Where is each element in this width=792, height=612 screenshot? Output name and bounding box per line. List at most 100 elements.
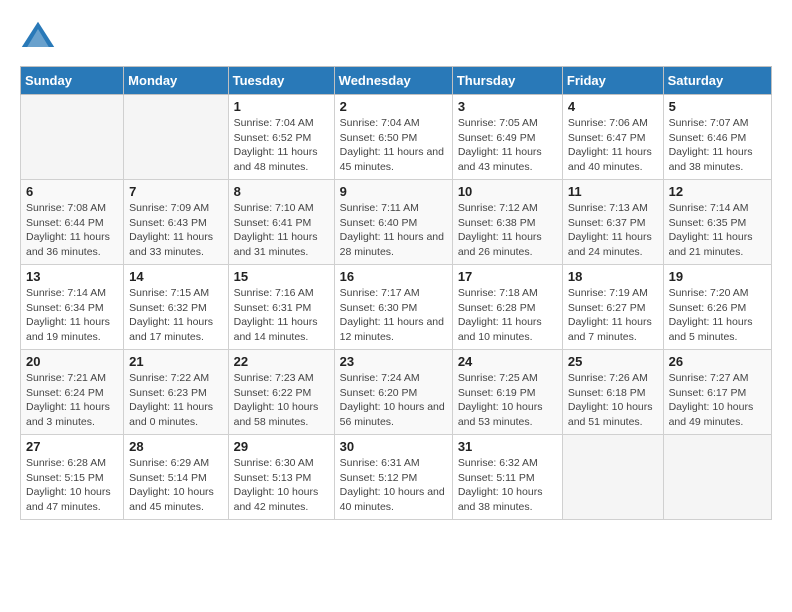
day-info: Sunrise: 7:27 AM Sunset: 6:17 PM Dayligh… [669, 371, 766, 430]
column-header-tuesday: Tuesday [228, 67, 334, 95]
day-info: Sunrise: 6:28 AM Sunset: 5:15 PM Dayligh… [26, 456, 118, 515]
day-cell: 26 Sunrise: 7:27 AM Sunset: 6:17 PM Dayli… [663, 350, 771, 435]
day-cell: 29 Sunrise: 6:30 AM Sunset: 5:13 PM Dayli… [228, 435, 334, 520]
day-info: Sunrise: 7:09 AM Sunset: 6:43 PM Dayligh… [129, 201, 222, 260]
week-row: 20 Sunrise: 7:21 AM Sunset: 6:24 PM Dayli… [21, 350, 772, 435]
day-number: 8 [234, 184, 329, 199]
day-cell: 19 Sunrise: 7:20 AM Sunset: 6:26 PM Dayli… [663, 265, 771, 350]
day-cell: 22Sunrise: 7:23 AM Sunset: 6:22 PM Dayli… [228, 350, 334, 435]
day-info: Sunrise: 7:04 AM Sunset: 6:52 PM Dayligh… [234, 116, 329, 175]
day-number: 22 [234, 354, 329, 369]
day-cell: 11 Sunrise: 7:13 AM Sunset: 6:37 PM Dayli… [562, 180, 663, 265]
calendar-table: SundayMondayTuesdayWednesdayThursdayFrid… [20, 66, 772, 520]
day-cell: 17 Sunrise: 7:18 AM Sunset: 6:28 PM Dayli… [452, 265, 562, 350]
day-cell: 6Sunrise: 7:08 AM Sunset: 6:44 PM Daylig… [21, 180, 124, 265]
day-info: Sunrise: 7:14 AM Sunset: 6:34 PM Dayligh… [26, 286, 118, 345]
header-row: SundayMondayTuesdayWednesdayThursdayFrid… [21, 67, 772, 95]
day-info: Sunrise: 7:26 AM Sunset: 6:18 PM Dayligh… [568, 371, 658, 430]
day-info: Sunrise: 7:17 AM Sunset: 6:30 PM Dayligh… [340, 286, 447, 345]
day-cell [562, 435, 663, 520]
day-info: Sunrise: 6:30 AM Sunset: 5:13 PM Dayligh… [234, 456, 329, 515]
day-cell: 24 Sunrise: 7:25 AM Sunset: 6:19 PM Dayli… [452, 350, 562, 435]
column-header-wednesday: Wednesday [334, 67, 452, 95]
day-cell: 1 Sunrise: 7:04 AM Sunset: 6:52 PM Daylig… [228, 95, 334, 180]
day-info: Sunrise: 7:18 AM Sunset: 6:28 PM Dayligh… [458, 286, 557, 345]
column-header-thursday: Thursday [452, 67, 562, 95]
day-number: 28 [129, 439, 222, 454]
day-info: Sunrise: 7:04 AM Sunset: 6:50 PM Dayligh… [340, 116, 447, 175]
day-cell: 28 Sunrise: 6:29 AM Sunset: 5:14 PM Dayli… [124, 435, 228, 520]
day-info: Sunrise: 6:32 AM Sunset: 5:11 PM Dayligh… [458, 456, 557, 515]
day-number: 23 [340, 354, 447, 369]
day-info: Sunrise: 7:14 AM Sunset: 6:35 PM Dayligh… [669, 201, 766, 260]
day-number: 13 [26, 269, 118, 284]
day-info: Sunrise: 7:21 AM Sunset: 6:24 PM Dayligh… [26, 371, 118, 430]
column-header-saturday: Saturday [663, 67, 771, 95]
day-info: Sunrise: 7:25 AM Sunset: 6:19 PM Dayligh… [458, 371, 557, 430]
day-number: 2 [340, 99, 447, 114]
day-number: 17 [458, 269, 557, 284]
day-cell: 16 Sunrise: 7:17 AM Sunset: 6:30 PM Dayli… [334, 265, 452, 350]
day-info: Sunrise: 7:07 AM Sunset: 6:46 PM Dayligh… [669, 116, 766, 175]
day-info: Sunrise: 7:22 AM Sunset: 6:23 PM Dayligh… [129, 371, 222, 430]
day-number: 27 [26, 439, 118, 454]
day-info: Sunrise: 6:29 AM Sunset: 5:14 PM Dayligh… [129, 456, 222, 515]
day-number: 3 [458, 99, 557, 114]
day-number: 4 [568, 99, 658, 114]
logo-icon [20, 20, 56, 56]
day-info: Sunrise: 7:08 AM Sunset: 6:44 PM Dayligh… [26, 201, 118, 260]
logo [20, 20, 60, 56]
day-number: 18 [568, 269, 658, 284]
day-cell: 30 Sunrise: 6:31 AM Sunset: 5:12 PM Dayli… [334, 435, 452, 520]
day-number: 24 [458, 354, 557, 369]
day-number: 7 [129, 184, 222, 199]
day-cell: 14 Sunrise: 7:15 AM Sunset: 6:32 PM Dayli… [124, 265, 228, 350]
column-header-monday: Monday [124, 67, 228, 95]
day-number: 16 [340, 269, 447, 284]
day-cell: 27 Sunrise: 6:28 AM Sunset: 5:15 PM Dayli… [21, 435, 124, 520]
day-number: 29 [234, 439, 329, 454]
day-cell: 10Sunrise: 7:12 AM Sunset: 6:38 PM Dayli… [452, 180, 562, 265]
day-number: 20 [26, 354, 118, 369]
day-number: 15 [234, 269, 329, 284]
day-number: 31 [458, 439, 557, 454]
day-number: 25 [568, 354, 658, 369]
day-number: 21 [129, 354, 222, 369]
day-number: 19 [669, 269, 766, 284]
day-cell: 20 Sunrise: 7:21 AM Sunset: 6:24 PM Dayli… [21, 350, 124, 435]
day-info: Sunrise: 7:20 AM Sunset: 6:26 PM Dayligh… [669, 286, 766, 345]
day-cell [663, 435, 771, 520]
week-row: 6Sunrise: 7:08 AM Sunset: 6:44 PM Daylig… [21, 180, 772, 265]
day-cell: 7 Sunrise: 7:09 AM Sunset: 6:43 PM Daylig… [124, 180, 228, 265]
day-number: 30 [340, 439, 447, 454]
day-number: 26 [669, 354, 766, 369]
day-info: Sunrise: 6:31 AM Sunset: 5:12 PM Dayligh… [340, 456, 447, 515]
day-info: Sunrise: 7:24 AM Sunset: 6:20 PM Dayligh… [340, 371, 447, 430]
day-cell: 31 Sunrise: 6:32 AM Sunset: 5:11 PM Dayli… [452, 435, 562, 520]
day-cell: 18 Sunrise: 7:19 AM Sunset: 6:27 PM Dayli… [562, 265, 663, 350]
week-row: 1 Sunrise: 7:04 AM Sunset: 6:52 PM Daylig… [21, 95, 772, 180]
day-cell: 3 Sunrise: 7:05 AM Sunset: 6:49 PM Daylig… [452, 95, 562, 180]
day-info: Sunrise: 7:12 AM Sunset: 6:38 PM Dayligh… [458, 201, 557, 260]
day-number: 1 [234, 99, 329, 114]
day-info: Sunrise: 7:19 AM Sunset: 6:27 PM Dayligh… [568, 286, 658, 345]
day-cell: 13 Sunrise: 7:14 AM Sunset: 6:34 PM Dayli… [21, 265, 124, 350]
day-number: 12 [669, 184, 766, 199]
day-info: Sunrise: 7:06 AM Sunset: 6:47 PM Dayligh… [568, 116, 658, 175]
day-number: 5 [669, 99, 766, 114]
day-cell [124, 95, 228, 180]
day-info: Sunrise: 7:15 AM Sunset: 6:32 PM Dayligh… [129, 286, 222, 345]
day-cell: 25 Sunrise: 7:26 AM Sunset: 6:18 PM Dayli… [562, 350, 663, 435]
day-cell: 8Sunrise: 7:10 AM Sunset: 6:41 PM Daylig… [228, 180, 334, 265]
day-info: Sunrise: 7:05 AM Sunset: 6:49 PM Dayligh… [458, 116, 557, 175]
day-info: Sunrise: 7:11 AM Sunset: 6:40 PM Dayligh… [340, 201, 447, 260]
week-row: 13 Sunrise: 7:14 AM Sunset: 6:34 PM Dayli… [21, 265, 772, 350]
day-number: 11 [568, 184, 658, 199]
day-cell: 15Sunrise: 7:16 AM Sunset: 6:31 PM Dayli… [228, 265, 334, 350]
day-cell: 12 Sunrise: 7:14 AM Sunset: 6:35 PM Dayli… [663, 180, 771, 265]
day-info: Sunrise: 7:13 AM Sunset: 6:37 PM Dayligh… [568, 201, 658, 260]
day-number: 14 [129, 269, 222, 284]
day-cell: 5 Sunrise: 7:07 AM Sunset: 6:46 PM Daylig… [663, 95, 771, 180]
day-cell: 2 Sunrise: 7:04 AM Sunset: 6:50 PM Daylig… [334, 95, 452, 180]
week-row: 27 Sunrise: 6:28 AM Sunset: 5:15 PM Dayli… [21, 435, 772, 520]
